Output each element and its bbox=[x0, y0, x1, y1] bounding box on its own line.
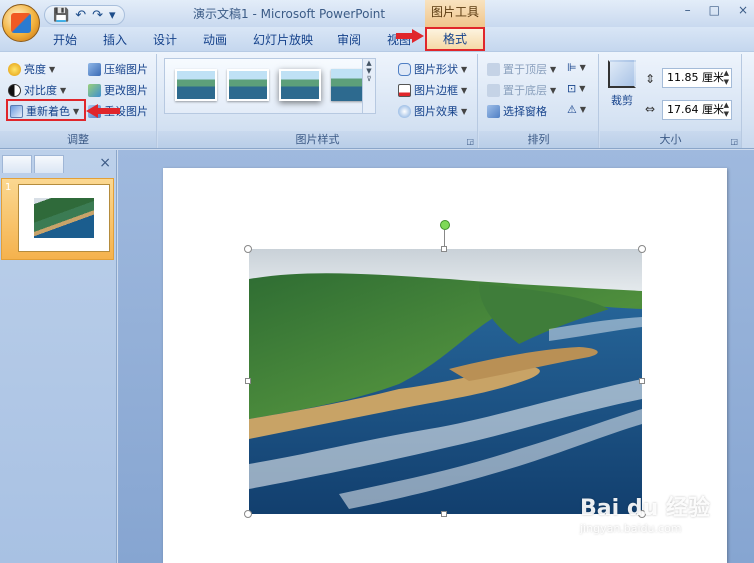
change-picture-button[interactable]: 更改图片 bbox=[88, 82, 148, 98]
crop-icon bbox=[608, 60, 636, 88]
outline-tab[interactable] bbox=[34, 155, 64, 173]
change-picture-icon bbox=[88, 83, 101, 97]
pen-icon bbox=[398, 83, 411, 97]
redo-icon[interactable]: ↷ bbox=[92, 8, 103, 23]
watermark-logo: Bai du 经验 bbox=[580, 496, 710, 521]
picture-border-button[interactable]: 图片边框 ▼ bbox=[398, 82, 467, 98]
bring-front-icon bbox=[487, 62, 500, 76]
group-label-adjust: 调整 bbox=[0, 131, 156, 148]
style-thumb[interactable] bbox=[279, 69, 321, 101]
crop-button[interactable]: 裁剪 bbox=[608, 60, 636, 108]
width-spinner[interactable]: 17.64 厘米 ▲ ▼ bbox=[662, 100, 732, 120]
height-icon: ⇕ bbox=[645, 72, 656, 86]
compress-pictures-button[interactable]: 压缩图片 bbox=[88, 61, 148, 77]
resize-handle-s[interactable] bbox=[441, 511, 447, 517]
gallery-scroll[interactable]: ▲ ▼ ⊽ bbox=[362, 59, 375, 113]
slide-thumb-canvas bbox=[18, 184, 110, 252]
office-button[interactable] bbox=[2, 4, 40, 42]
height-spinner[interactable]: 11.85 厘米 ▲ ▼ bbox=[662, 68, 732, 88]
slide-thumbnail-1[interactable]: 1 bbox=[1, 178, 114, 260]
brightness-button[interactable]: 亮度 ▼ bbox=[8, 61, 55, 77]
group-label-arrange: 排列 bbox=[479, 131, 598, 148]
effects-icon bbox=[398, 104, 411, 118]
style-thumb[interactable] bbox=[227, 69, 269, 101]
sun-icon bbox=[8, 62, 21, 76]
customize-qat-icon[interactable]: ▾ bbox=[109, 8, 116, 23]
tab-format[interactable]: 格式 bbox=[425, 27, 485, 51]
slides-tab[interactable] bbox=[2, 155, 32, 173]
minimize-icon[interactable]: – bbox=[685, 3, 691, 17]
selection-pane-button[interactable]: 选择窗格 bbox=[487, 103, 547, 119]
selection-pane-icon bbox=[487, 104, 500, 118]
title-bar: 💾 ↶ ↷ ▾ 演示文稿1 - Microsoft PowerPoint 图片工… bbox=[0, 0, 754, 42]
office-logo-icon bbox=[11, 13, 31, 33]
ribbon-tabs: 开始 插入 设计 动画 幻灯片放映 审阅 视图 格式 bbox=[0, 27, 754, 51]
style-thumb[interactable] bbox=[175, 69, 217, 101]
ribbon: 亮度 ▼ 对比度 ▼ 重新着色 ▼ 压缩图片 更改图片 重设图片 调整 ▲ ▼ … bbox=[0, 51, 754, 149]
picture-shape-button[interactable]: 图片形状 ▼ bbox=[398, 61, 467, 77]
slides-panel: × 1 bbox=[0, 150, 117, 563]
bring-to-front-button[interactable]: 置于顶层 ▼ bbox=[487, 61, 556, 77]
width-icon: ⇔ bbox=[645, 102, 656, 116]
window-title: 演示文稿1 - Microsoft PowerPoint bbox=[193, 7, 386, 21]
contrast-button[interactable]: 对比度 ▼ bbox=[8, 82, 66, 98]
tab-animation[interactable]: 动画 bbox=[200, 30, 230, 51]
resize-handle-nw[interactable] bbox=[244, 245, 252, 253]
compress-icon bbox=[88, 62, 101, 76]
close-icon[interactable]: × bbox=[738, 3, 748, 17]
rotate-icon[interactable]: ⚠ ▼ bbox=[567, 103, 586, 116]
baidu-watermark: Bai du 经验 jingyan.baidu.com bbox=[580, 490, 750, 560]
tab-insert[interactable]: 插入 bbox=[100, 30, 130, 51]
window-controls: – □ × bbox=[685, 3, 748, 17]
undo-icon[interactable]: ↶ bbox=[75, 8, 86, 23]
tab-slideshow[interactable]: 幻灯片放映 bbox=[250, 30, 316, 51]
quick-access-toolbar: 💾 ↶ ↷ ▾ bbox=[44, 5, 125, 25]
group-label-size: 大小 bbox=[600, 131, 741, 148]
selected-picture[interactable] bbox=[249, 249, 642, 514]
watermark-url: jingyan.baidu.com bbox=[580, 522, 682, 535]
tab-design[interactable]: 设计 bbox=[150, 30, 180, 51]
group-picture-styles: ▲ ▼ ⊽ 图片形状 ▼ 图片边框 ▼ 图片效果 ▼ 图片样式 ◲ bbox=[158, 54, 478, 148]
resize-handle-w[interactable] bbox=[245, 378, 251, 384]
resize-handle-sw[interactable] bbox=[244, 510, 252, 518]
panel-tabs: × bbox=[0, 153, 117, 175]
group-arrange: 置于顶层 ▼ 置于底层 ▼ 选择窗格 ⊫ ▼ ⊡ ▼ ⚠ ▼ 排列 bbox=[479, 54, 599, 148]
group-size: 裁剪 ⇕ 11.85 厘米 ▲ ▼ ⇔ 17.64 厘米 ▲ ▼ 大小 ◲ bbox=[600, 54, 742, 148]
red-arrow-recolor bbox=[86, 104, 120, 118]
tab-home[interactable]: 开始 bbox=[50, 30, 80, 51]
resize-handle-n[interactable] bbox=[441, 246, 447, 252]
send-to-back-button[interactable]: 置于底层 ▼ bbox=[487, 82, 556, 98]
contrast-icon bbox=[8, 83, 21, 97]
coastal-landscape-image bbox=[249, 249, 642, 514]
close-panel-icon[interactable]: × bbox=[99, 155, 111, 171]
slide-number: 1 bbox=[5, 182, 12, 193]
group-objects-icon[interactable]: ⊡ ▼ bbox=[567, 82, 585, 95]
rotate-handle[interactable] bbox=[440, 220, 450, 230]
tab-review[interactable]: 审阅 bbox=[334, 30, 364, 51]
maximize-icon[interactable]: □ bbox=[709, 3, 720, 17]
picture-styles-gallery[interactable]: ▲ ▼ ⊽ bbox=[164, 58, 376, 114]
group-label-picture-styles: 图片样式 bbox=[158, 131, 477, 148]
spinner-arrows-icon[interactable]: ▲ ▼ bbox=[724, 69, 729, 87]
resize-handle-ne[interactable] bbox=[638, 245, 646, 253]
resize-handle-e[interactable] bbox=[639, 378, 645, 384]
spinner-arrows-icon[interactable]: ▲ ▼ bbox=[724, 101, 729, 119]
align-icon[interactable]: ⊫ ▼ bbox=[567, 61, 586, 74]
picture-tools-context-title: 图片工具 bbox=[425, 0, 485, 27]
dialog-launcher-icon[interactable]: ◲ bbox=[466, 137, 474, 146]
dialog-launcher-icon[interactable]: ◲ bbox=[730, 137, 738, 146]
save-icon[interactable]: 💾 bbox=[53, 8, 69, 23]
thumb-image bbox=[34, 198, 94, 238]
send-back-icon bbox=[487, 83, 500, 97]
shape-icon bbox=[398, 62, 411, 76]
recolor-highlight bbox=[6, 99, 86, 121]
group-adjust: 亮度 ▼ 对比度 ▼ 重新着色 ▼ 压缩图片 更改图片 重设图片 调整 bbox=[0, 54, 157, 148]
picture-effects-button[interactable]: 图片效果 ▼ bbox=[398, 103, 467, 119]
red-arrow-format bbox=[396, 29, 424, 43]
